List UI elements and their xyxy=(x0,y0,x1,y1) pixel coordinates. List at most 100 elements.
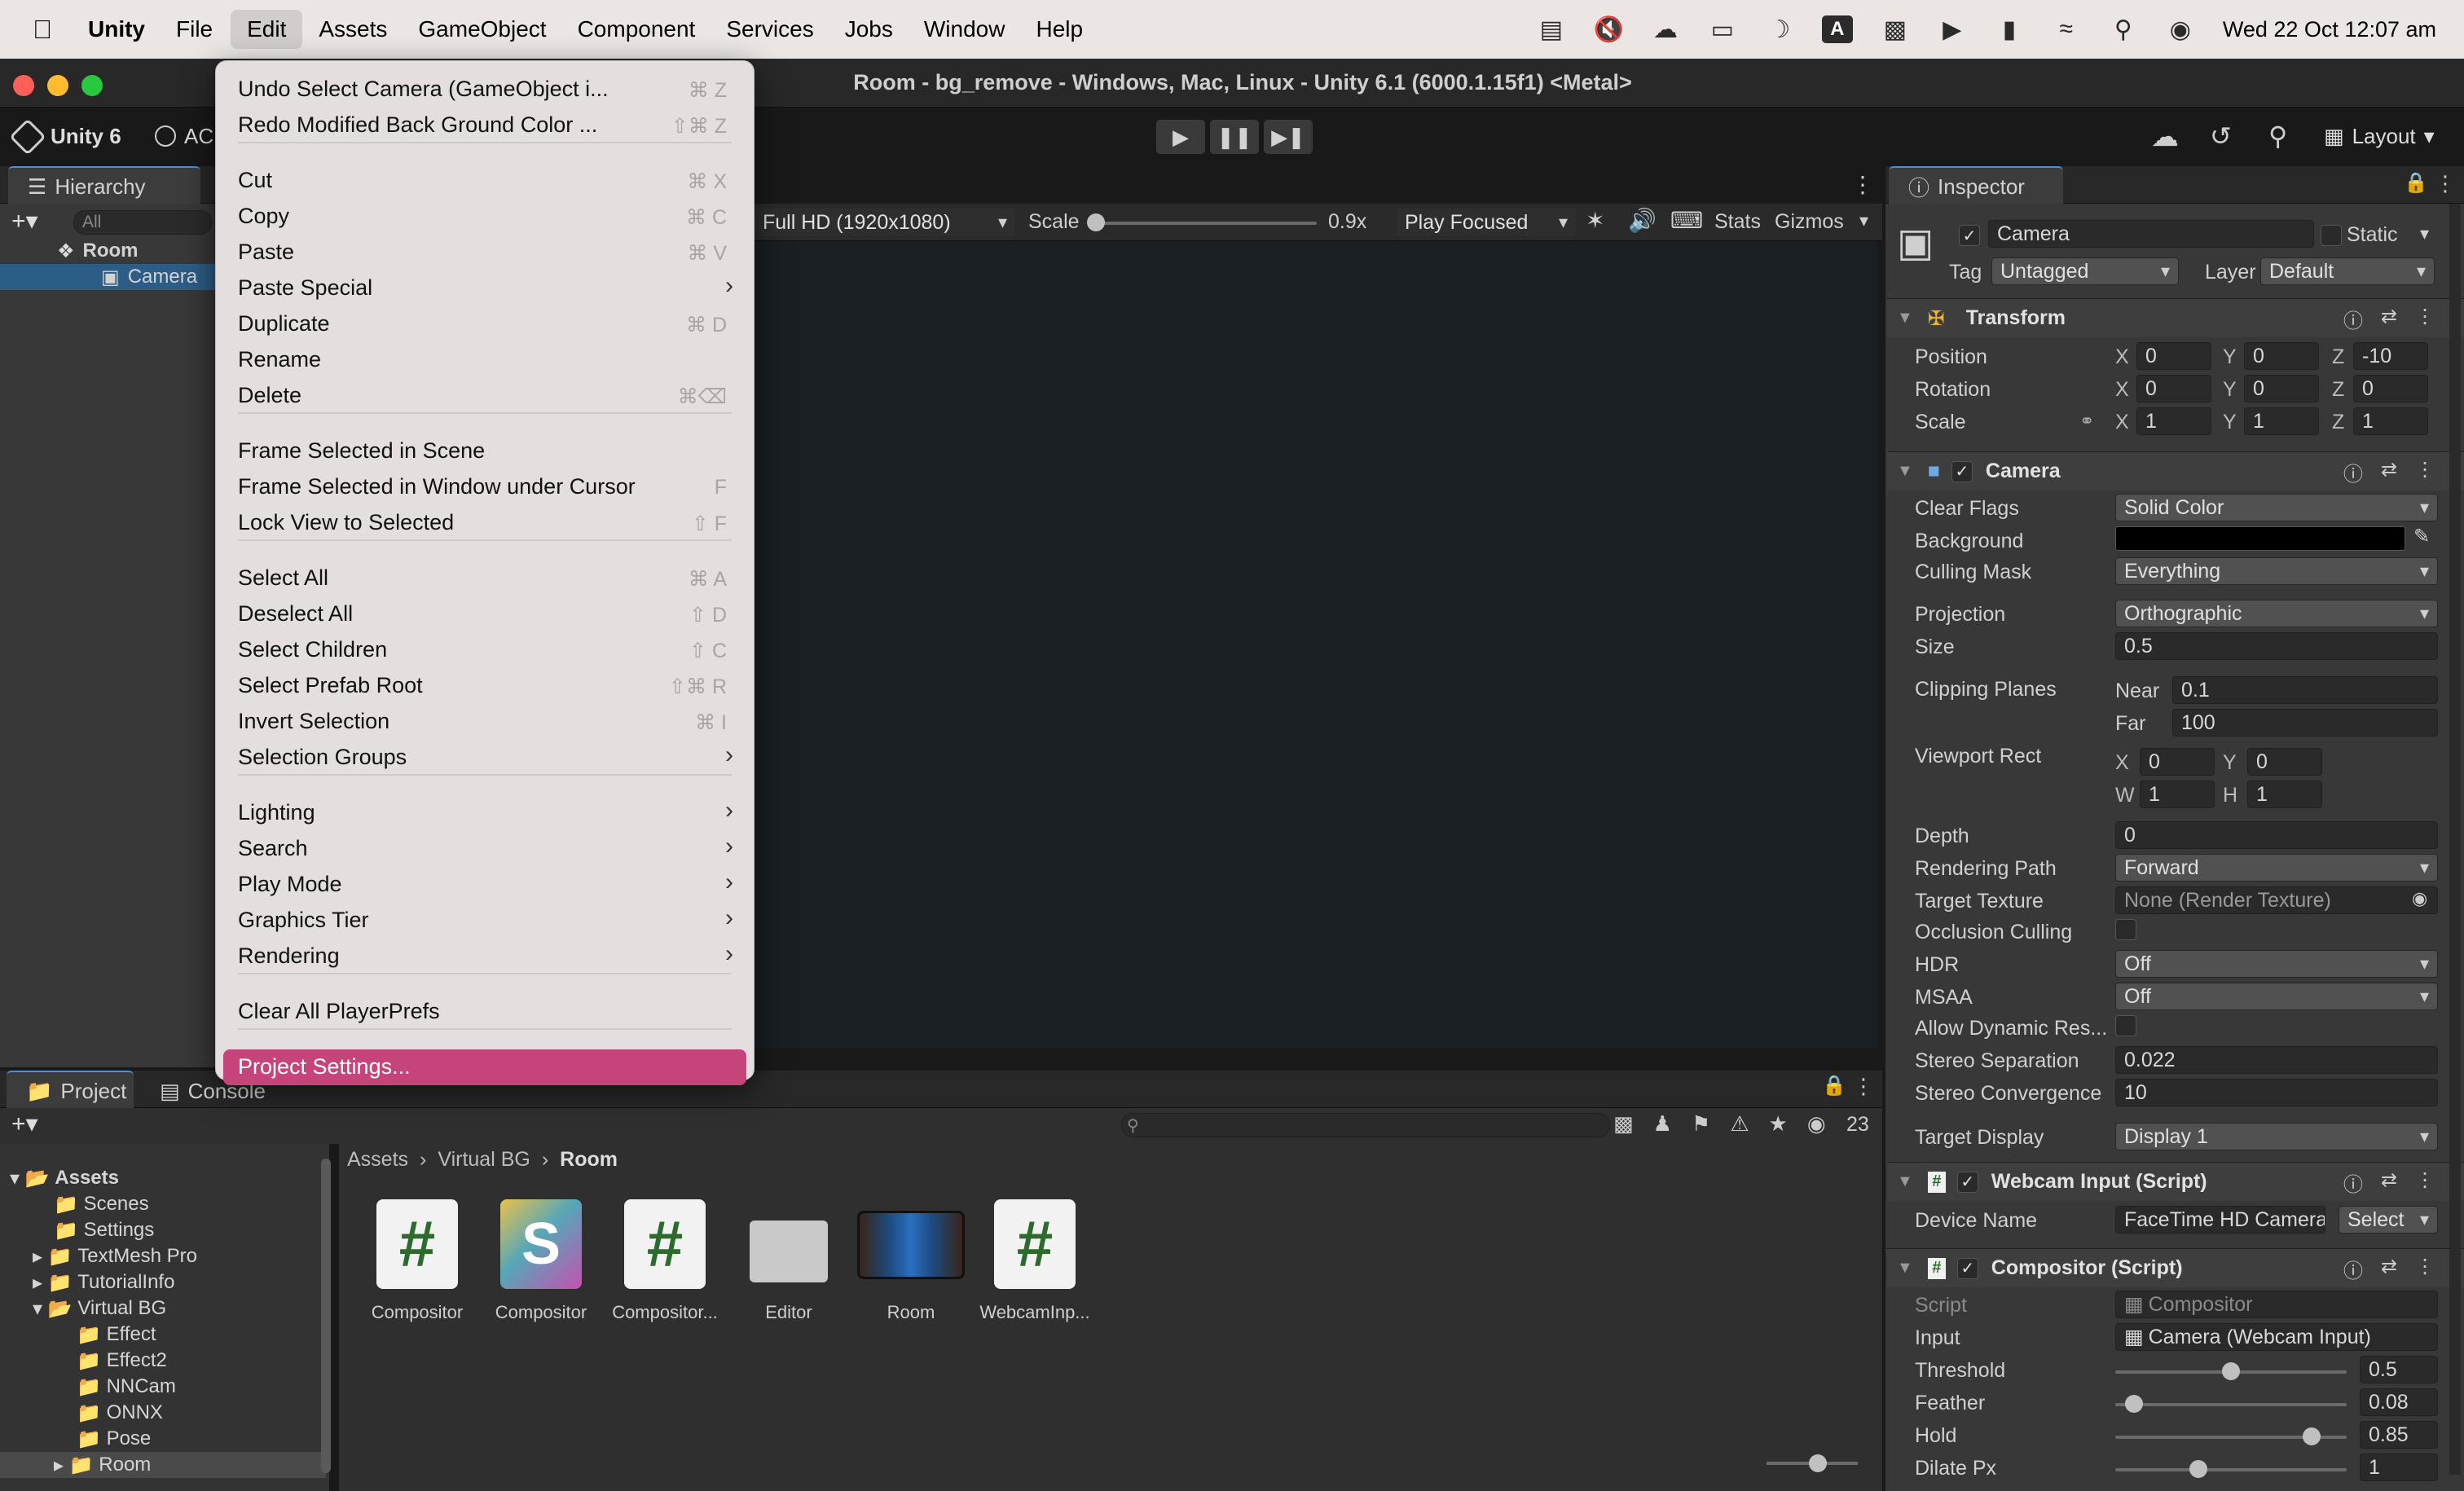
layout-dropdown[interactable]: ▦ Layout ▾ xyxy=(2324,124,2435,149)
viewport-h-input[interactable]: 1 xyxy=(2247,781,2322,808)
cloud-icon[interactable]: ☁ xyxy=(2151,121,2179,153)
audio-icon[interactable]: 🔊 xyxy=(1628,207,1657,234)
tree-item-virtual-bg[interactable]: ▾ 📂 Virtual BG xyxy=(0,1295,326,1322)
more-icon[interactable]: ⋮ xyxy=(2415,1255,2435,1283)
dilate-input[interactable]: 1 xyxy=(2360,1454,2438,1481)
asset-compositor-shader[interactable]: S Compositor xyxy=(480,1199,602,1323)
menu-item-undo-select-camera-gameobject-i[interactable]: Undo Select Camera (GameObject i... ⌘ Z xyxy=(223,72,746,108)
size-input[interactable]: 0.5 xyxy=(2115,632,2438,660)
tree-item-onnx[interactable]: 📁 ONNX xyxy=(0,1400,326,1426)
preset-icon[interactable]: ⇄ xyxy=(2381,1168,2397,1197)
compositor-enabled-checkbox[interactable]: ✓ xyxy=(1956,1257,1978,1279)
position-x-input[interactable]: 0 xyxy=(2136,342,2211,370)
stats-button[interactable]: Stats xyxy=(1714,210,1761,234)
asset-compositor-script[interactable]: # Compositor xyxy=(356,1199,478,1323)
rotation-z-input[interactable]: 0 xyxy=(2353,375,2428,402)
menu-file[interactable]: File xyxy=(176,16,213,42)
near-input[interactable]: 0.1 xyxy=(2172,676,2438,704)
menu-services[interactable]: Services xyxy=(726,16,813,42)
tree-scrollbar[interactable] xyxy=(321,1159,331,1473)
play-focused-dropdown[interactable]: Play Focused xyxy=(1397,209,1576,236)
close-window-button[interactable] xyxy=(13,75,34,96)
device-select-dropdown[interactable]: Select xyxy=(2339,1206,2438,1234)
menu-window[interactable]: Window xyxy=(924,16,1005,42)
active-checkbox[interactable]: ✓ xyxy=(1959,225,1980,246)
play-circle-icon[interactable]: ▶ xyxy=(1938,15,1967,44)
menu-item-rename[interactable]: Rename xyxy=(223,342,746,378)
account-label[interactable]: Unity 6 xyxy=(51,124,121,149)
menu-item-search[interactable]: Search › xyxy=(223,831,746,867)
inspector-more-icon[interactable]: ⋮ xyxy=(2435,171,2456,196)
depth-input[interactable]: 0 xyxy=(2115,821,2438,849)
menu-item-play-mode[interactable]: Play Mode › xyxy=(223,867,746,903)
play-button[interactable]: ▶ xyxy=(1155,119,1206,155)
static-checkbox[interactable] xyxy=(2321,225,2342,246)
scale-slider[interactable] xyxy=(1089,222,1317,225)
menu-item-deselect-all[interactable]: Deselect All ⇧ D xyxy=(223,596,746,632)
tree-item-effect2[interactable]: 📁 Effect2 xyxy=(0,1348,326,1374)
zoom-window-button[interactable] xyxy=(81,75,103,96)
feather-input[interactable]: 0.08 xyxy=(2360,1388,2438,1416)
menu-item-graphics-tier[interactable]: Graphics Tier › xyxy=(223,903,746,939)
threshold-slider-knob[interactable] xyxy=(2222,1362,2240,1380)
input-source-icon[interactable]: A xyxy=(1821,15,1853,43)
display-icon[interactable]: ▭ xyxy=(1708,15,1737,44)
gizmos-chevron-down-icon[interactable]: ▾ xyxy=(1859,210,1868,231)
tree-item-scenes[interactable]: 📁 Scenes xyxy=(0,1191,326,1217)
tree-item-pose[interactable]: 📁 Pose xyxy=(0,1426,326,1452)
asset-compositor-editor-script[interactable]: # Compositor... xyxy=(604,1199,726,1323)
help-icon[interactable]: ⓘ xyxy=(2343,1168,2363,1197)
menu-item-select-children[interactable]: Select Children ⇧ C xyxy=(223,632,746,668)
add-button[interactable]: +▾ xyxy=(11,207,38,235)
tree-item-effect[interactable]: 📁 Effect xyxy=(0,1322,326,1348)
stripes-icon[interactable]: ▤ xyxy=(1537,15,1566,44)
bug-icon[interactable]: ✶ xyxy=(1586,207,1604,234)
tree-item-settings[interactable]: 📁 Settings xyxy=(0,1217,326,1243)
layer-dropdown[interactable]: Default xyxy=(2260,257,2435,285)
search-icon[interactable]: ⚲ xyxy=(2268,121,2287,152)
tree-item-assets[interactable]: ▾ 📂 Assets xyxy=(0,1165,326,1191)
more-icon[interactable]: ⋮ xyxy=(2415,305,2435,333)
scale-slider-knob[interactable] xyxy=(1087,213,1105,231)
position-y-input[interactable]: 0 xyxy=(2244,342,2319,370)
help-icon[interactable]: ⓘ xyxy=(2343,458,2363,486)
grid-size-knob[interactable] xyxy=(1809,1454,1827,1472)
mute-icon[interactable]: 🔇 xyxy=(1594,15,1624,44)
lock-icon[interactable]: 🔒 xyxy=(2404,171,2428,195)
clear-flags-dropdown[interactable]: Solid Color xyxy=(2115,494,2438,521)
eyedropper-icon[interactable]: ✎ xyxy=(2413,525,2430,548)
asset-editor-folder[interactable]: Editor xyxy=(728,1199,850,1323)
menu-item-clear-all-playerprefs[interactable]: Clear All PlayerPrefs xyxy=(223,994,746,1030)
app-menu-unity[interactable]: Unity xyxy=(88,16,145,42)
menu-item-lighting[interactable]: Lighting › xyxy=(223,795,746,831)
tab-hierarchy[interactable]: ☰ Hierarchy xyxy=(8,166,200,205)
menu-item-select-all[interactable]: Select All ⌘ A xyxy=(223,561,746,596)
webcam-enabled-checkbox[interactable]: ✓ xyxy=(1956,1171,1978,1193)
viewport-y-input[interactable]: 0 xyxy=(2247,748,2322,776)
hierarchy-item-camera[interactable]: ▣ Camera xyxy=(0,264,215,290)
far-input[interactable]: 100 xyxy=(2172,709,2438,737)
menu-component[interactable]: Component xyxy=(578,16,696,42)
menu-item-project-settings[interactable]: Project Settings... xyxy=(223,1049,746,1085)
help-icon[interactable]: ⓘ xyxy=(2343,1255,2363,1283)
tree-item-nncam[interactable]: 📁 NNCam xyxy=(0,1374,326,1400)
rendering-path-dropdown[interactable]: Forward xyxy=(2115,854,2438,882)
dynamic-resolution-checkbox[interactable] xyxy=(2115,1015,2136,1036)
history-icon[interactable]: ↺ xyxy=(2210,121,2232,152)
scale-z-input[interactable]: 1 xyxy=(2353,407,2428,435)
position-z-input[interactable]: -10 xyxy=(2353,342,2428,370)
project-more-icon[interactable]: ⋮ xyxy=(1853,1074,1874,1099)
menu-jobs[interactable]: Jobs xyxy=(845,16,893,42)
feather-slider[interactable] xyxy=(2115,1403,2347,1406)
step-button[interactable]: ▶❚ xyxy=(1263,119,1313,155)
menu-item-select-prefab-root[interactable]: Select Prefab Root ⇧⌘ R xyxy=(223,668,746,704)
threshold-input[interactable]: 0.5 xyxy=(2360,1356,2438,1383)
battery-icon[interactable]: ▮ xyxy=(1995,15,2024,44)
menu-gameobject[interactable]: GameObject xyxy=(418,16,546,42)
scale-y-input[interactable]: 1 xyxy=(2244,407,2319,435)
tree-item-room[interactable]: ▸ 📁 Room xyxy=(0,1452,326,1478)
tab-inspector[interactable]: ⓘ Inspector xyxy=(1889,166,2063,205)
tag-dropdown[interactable]: Untagged xyxy=(1991,257,2179,285)
warning-icon[interactable]: ⚠ xyxy=(1730,1111,1749,1137)
menu-item-delete[interactable]: Delete ⌘⌫ xyxy=(223,378,746,414)
